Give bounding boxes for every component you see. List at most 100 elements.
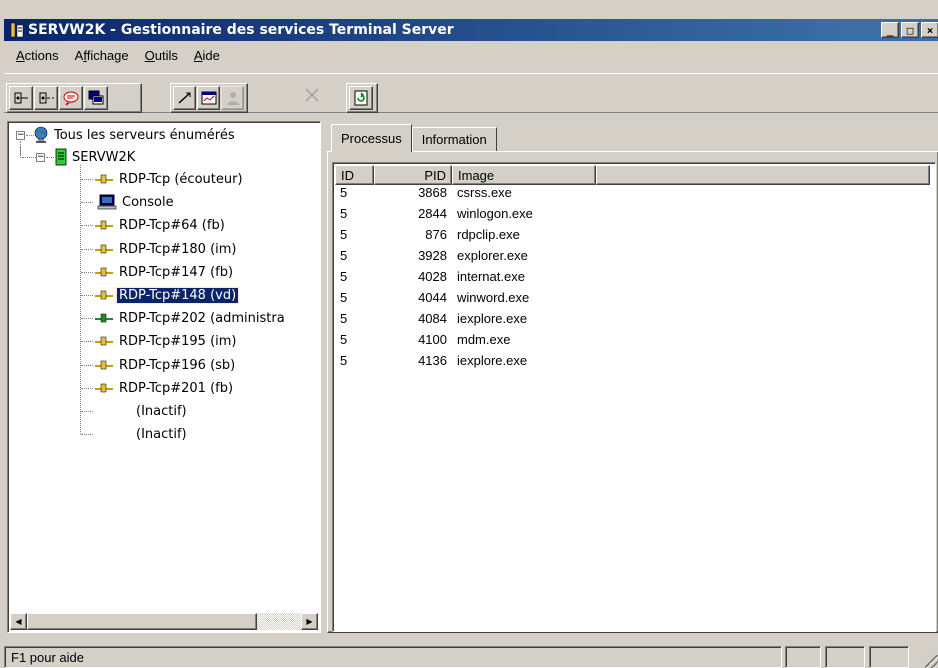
tree-node-session[interactable]: RDP-Tcp (écouteur) bbox=[94, 169, 245, 189]
table-row[interactable]: 5 876 rdpclip.exe bbox=[335, 228, 933, 249]
menu-actions[interactable]: Actions bbox=[8, 48, 67, 63]
disconnect-icon[interactable] bbox=[34, 86, 58, 110]
cell-image: rdpclip.exe bbox=[457, 227, 520, 242]
maximize-button[interactable]: □ bbox=[901, 22, 919, 38]
end-process-icon[interactable] bbox=[300, 83, 324, 107]
tree-node-all-servers[interactable]: Tous les serveurs énumérés bbox=[33, 125, 237, 145]
column-header-filler bbox=[596, 165, 930, 185]
table-row[interactable]: 5 4100 mdm.exe bbox=[335, 333, 933, 354]
cell-id: 5 bbox=[340, 353, 348, 368]
collapse-root-icon[interactable]: − bbox=[16, 131, 25, 140]
resize-grip-icon[interactable] bbox=[925, 655, 938, 668]
tree-connector-line bbox=[81, 202, 93, 203]
tree-connector-line bbox=[80, 165, 81, 435]
tree-connector-line bbox=[81, 295, 93, 296]
cell-image: explorer.exe bbox=[457, 248, 528, 263]
tree-node-session[interactable]: RDP-Tcp#148 (vd) bbox=[94, 285, 240, 305]
cell-id: 5 bbox=[340, 248, 348, 263]
table-row[interactable]: 5 4028 internat.exe bbox=[335, 270, 933, 291]
table-row[interactable]: 5 4044 winword.exe bbox=[335, 291, 933, 312]
globe-icon bbox=[33, 126, 49, 144]
close-button[interactable]: × bbox=[921, 22, 938, 38]
tree-connector-line bbox=[81, 249, 93, 250]
status-icon[interactable] bbox=[197, 86, 220, 110]
reset-icon[interactable] bbox=[173, 86, 196, 110]
process-list[interactable]: ID PID Image 5 3868 csrss.exe 5 2844 winlogon… bbox=[332, 162, 936, 632]
tree-node-label: (Inactif) bbox=[136, 426, 187, 442]
logoff-icon[interactable] bbox=[221, 86, 244, 110]
status-panel-3 bbox=[869, 646, 909, 668]
tree-node-session[interactable]: (Inactif) bbox=[134, 401, 189, 421]
tree-node-session[interactable]: Console bbox=[97, 192, 176, 212]
window-controls: _ □ × bbox=[879, 22, 938, 38]
tree-connector-line bbox=[81, 341, 93, 342]
network-session-icon bbox=[94, 244, 114, 254]
scroll-left-icon[interactable]: ◀ bbox=[10, 613, 27, 630]
tree-node-label: RDP-Tcp#147 (fb) bbox=[119, 264, 234, 280]
toolbar-group-process bbox=[300, 83, 326, 113]
network-session-icon bbox=[94, 220, 114, 230]
table-row[interactable]: 5 2844 winlogon.exe bbox=[335, 207, 933, 228]
menu-affichage[interactable]: Affichage bbox=[67, 48, 137, 63]
tree-connector-line bbox=[81, 388, 93, 389]
column-header-id[interactable]: ID bbox=[335, 165, 374, 185]
tree-node-session[interactable]: (Inactif) bbox=[134, 424, 189, 444]
collapse-server-icon[interactable]: − bbox=[36, 153, 45, 162]
table-row[interactable]: 5 4084 iexplore.exe bbox=[335, 312, 933, 333]
status-text: F1 pour aide bbox=[4, 646, 782, 668]
tree-node-session[interactable]: RDP-Tcp#202 (administra bbox=[94, 308, 287, 328]
table-row[interactable]: 5 3868 csrss.exe bbox=[335, 186, 933, 207]
tree-node-label: RDP-Tcp#148 (vd) bbox=[115, 286, 240, 304]
main-window: SERVW2K - Gestionnaire des services Term… bbox=[0, 0, 938, 668]
column-header-image[interactable]: Image bbox=[452, 165, 596, 185]
network-session-icon bbox=[94, 360, 114, 370]
minimize-button[interactable]: _ bbox=[881, 22, 899, 38]
process-rows: 5 3868 csrss.exe 5 2844 winlogon.exe 5 876 rdpcl… bbox=[335, 186, 933, 375]
tree-node-session[interactable]: RDP-Tcp#201 (fb) bbox=[94, 378, 235, 398]
tree-node-session[interactable]: RDP-Tcp#195 (im) bbox=[94, 331, 238, 351]
cell-pid: 4084 bbox=[418, 311, 447, 326]
server-icon bbox=[55, 148, 67, 166]
tree-connector-line bbox=[81, 272, 93, 273]
tree-node-session[interactable]: RDP-Tcp#64 (fb) bbox=[94, 215, 227, 235]
scroll-thumb[interactable] bbox=[27, 613, 257, 630]
tab-strip: Processus Information bbox=[331, 124, 497, 152]
tree-node-label: RDP-Tcp#195 (im) bbox=[119, 333, 237, 349]
app-icon bbox=[10, 22, 24, 38]
tab-processus[interactable]: Processus bbox=[331, 124, 412, 152]
remote-control-icon[interactable] bbox=[84, 86, 108, 110]
refresh-icon[interactable] bbox=[349, 86, 373, 110]
menu-aide[interactable]: Aide bbox=[186, 48, 228, 63]
tree-connector-line bbox=[46, 157, 54, 158]
tree-horizontal-scrollbar[interactable]: ◀ ▶ bbox=[10, 613, 318, 630]
tab-information[interactable]: Information bbox=[411, 127, 497, 151]
cell-pid: 4100 bbox=[418, 332, 447, 347]
tree-connector-line bbox=[81, 411, 93, 412]
table-row[interactable]: 5 3928 explorer.exe bbox=[335, 249, 933, 270]
tree-node-server-servw2k[interactable]: SERVW2K bbox=[55, 147, 137, 167]
cell-id: 5 bbox=[340, 185, 348, 200]
cell-pid: 876 bbox=[425, 227, 447, 242]
menu-outils[interactable]: Outils bbox=[137, 48, 186, 63]
tree-node-session[interactable]: RDP-Tcp#147 (fb) bbox=[94, 262, 235, 282]
tree-connector-line bbox=[81, 365, 93, 366]
column-header-pid[interactable]: PID bbox=[374, 165, 452, 185]
tree-node-label: RDP-Tcp#64 (fb) bbox=[119, 217, 225, 233]
table-row[interactable]: 5 4136 iexplore.exe bbox=[335, 354, 933, 375]
send-message-icon[interactable] bbox=[59, 86, 83, 110]
cell-pid: 4028 bbox=[418, 269, 447, 284]
console-icon bbox=[97, 194, 117, 210]
tree-node-label: RDP-Tcp#202 (administra bbox=[119, 310, 285, 326]
title-bar[interactable]: SERVW2K - Gestionnaire des services Term… bbox=[4, 19, 938, 41]
toolbar bbox=[4, 73, 938, 113]
cell-image: winlogon.exe bbox=[457, 206, 533, 221]
scroll-right-icon[interactable]: ▶ bbox=[301, 613, 318, 630]
tree-node-session[interactable]: RDP-Tcp#180 (im) bbox=[94, 239, 238, 259]
network-session-icon bbox=[94, 174, 114, 184]
scroll-track[interactable] bbox=[27, 613, 301, 630]
tree-node-session[interactable]: RDP-Tcp#196 (sb) bbox=[94, 355, 237, 375]
tree-node-label: RDP-Tcp#180 (im) bbox=[119, 241, 237, 257]
connect-icon[interactable] bbox=[9, 86, 33, 110]
window-title: SERVW2K - Gestionnaire des services Term… bbox=[28, 22, 454, 38]
cell-image: mdm.exe bbox=[457, 332, 511, 347]
